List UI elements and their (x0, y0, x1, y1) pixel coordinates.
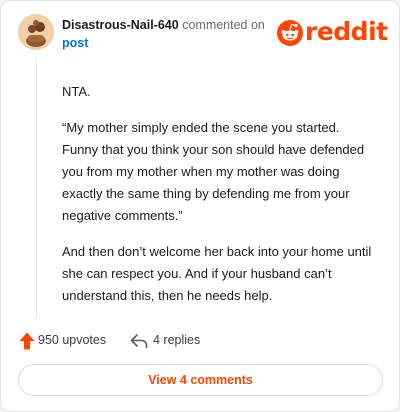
comment-paragraph: “My mother simply ended the scene you st… (62, 120, 365, 223)
comment-body: NTA. “My mother simply ended the scene y… (62, 81, 372, 321)
comment-meta: Disastrous-Nail-640 commented on post (62, 16, 302, 52)
post-link[interactable]: post (62, 34, 302, 52)
comment-paragraph: And then don’t welcome her back into you… (62, 244, 372, 303)
username[interactable]: Disastrous-Nail-640 (62, 18, 179, 32)
reddit-logo-icon (277, 20, 303, 46)
comment-actions: 950 upvotes 4 replies (19, 330, 319, 352)
upvote-arrow-icon[interactable] (19, 332, 35, 350)
avatar[interactable] (18, 14, 54, 50)
comment-header: Disastrous-Nail-640 commented on post re… (18, 14, 388, 54)
comment-card: Disastrous-Nail-640 commented on post re… (0, 0, 400, 412)
reddit-logo: reddit (277, 17, 388, 46)
comment-paragraph: NTA. (62, 84, 91, 99)
avatar-icon (18, 14, 54, 50)
reply-arrow-icon[interactable] (130, 333, 148, 349)
view-comments-button[interactable]: View 4 comments (18, 364, 383, 396)
reddit-logo-text: reddit (305, 17, 388, 46)
thread-line[interactable] (36, 59, 37, 317)
upvote-count[interactable]: 950 upvotes (38, 333, 106, 347)
reply-count[interactable]: 4 replies (153, 333, 200, 347)
commented-on-text: commented on (182, 18, 265, 32)
